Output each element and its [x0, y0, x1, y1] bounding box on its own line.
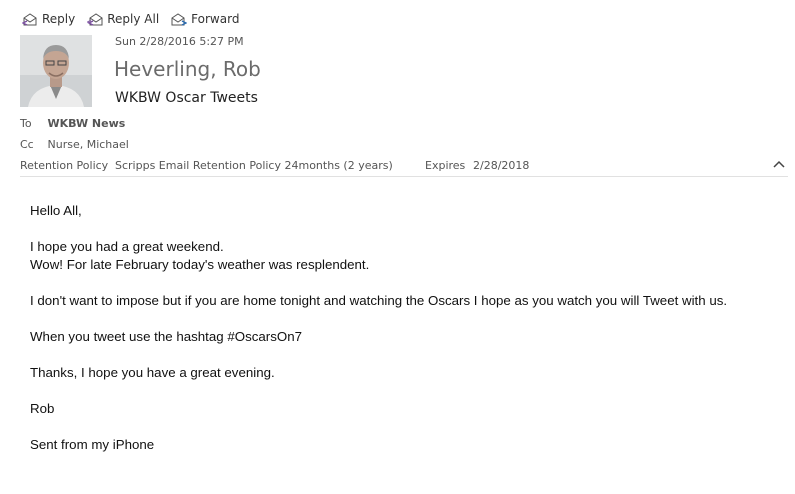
reply-button[interactable]: Reply: [22, 12, 75, 26]
cc-row: Cc Nurse, Michael: [20, 138, 129, 151]
body-line: I hope you had a great weekend.: [30, 239, 224, 254]
to-recipient[interactable]: WKBW News: [48, 117, 126, 130]
avatar-photo: [20, 35, 92, 107]
reply-all-label: Reply All: [107, 12, 160, 26]
body-line: I don't want to impose but if you are ho…: [30, 293, 728, 308]
reply-all-icon: [87, 13, 103, 26]
expires-value: 2/28/2018: [473, 159, 530, 172]
body-line: When you tweet use the hashtag #OscarsOn…: [30, 329, 303, 344]
sent-date: Sun 2/28/2016 5:27 PM: [115, 35, 244, 48]
message-body: Hello All, I hope you had a great weeken…: [30, 202, 727, 472]
chevron-up-icon[interactable]: [772, 158, 786, 172]
to-label: To: [20, 117, 32, 130]
body-greeting: Hello All,: [30, 203, 82, 218]
to-row: To WKBW News: [20, 117, 125, 130]
reading-pane-toolbar: Reply Reply All Forward: [22, 9, 251, 29]
retention-value: Scripps Email Retention Policy 24months …: [115, 159, 393, 172]
reply-all-button[interactable]: Reply All: [87, 12, 159, 26]
forward-label: Forward: [191, 12, 240, 26]
sender-name[interactable]: Heverling, Rob: [114, 57, 261, 81]
forward-button[interactable]: Forward: [171, 12, 239, 26]
body-signature: Rob: [30, 401, 55, 416]
expires-label: Expires: [425, 159, 466, 172]
forward-icon: [171, 13, 188, 26]
sender-avatar[interactable]: [20, 35, 92, 107]
header-divider: [20, 176, 788, 177]
cc-recipient[interactable]: Nurse, Michael: [48, 138, 129, 151]
retention-label: Retention Policy: [20, 159, 109, 172]
reply-icon: [22, 13, 37, 26]
body-line: Wow! For late February today's weather w…: [30, 257, 370, 272]
body-footer: Sent from my iPhone: [30, 437, 155, 452]
cc-label: Cc: [20, 138, 34, 151]
email-subject: WKBW Oscar Tweets: [115, 90, 258, 106]
body-line: Thanks, I hope you have a great evening.: [30, 365, 275, 380]
reply-label: Reply: [42, 12, 76, 26]
